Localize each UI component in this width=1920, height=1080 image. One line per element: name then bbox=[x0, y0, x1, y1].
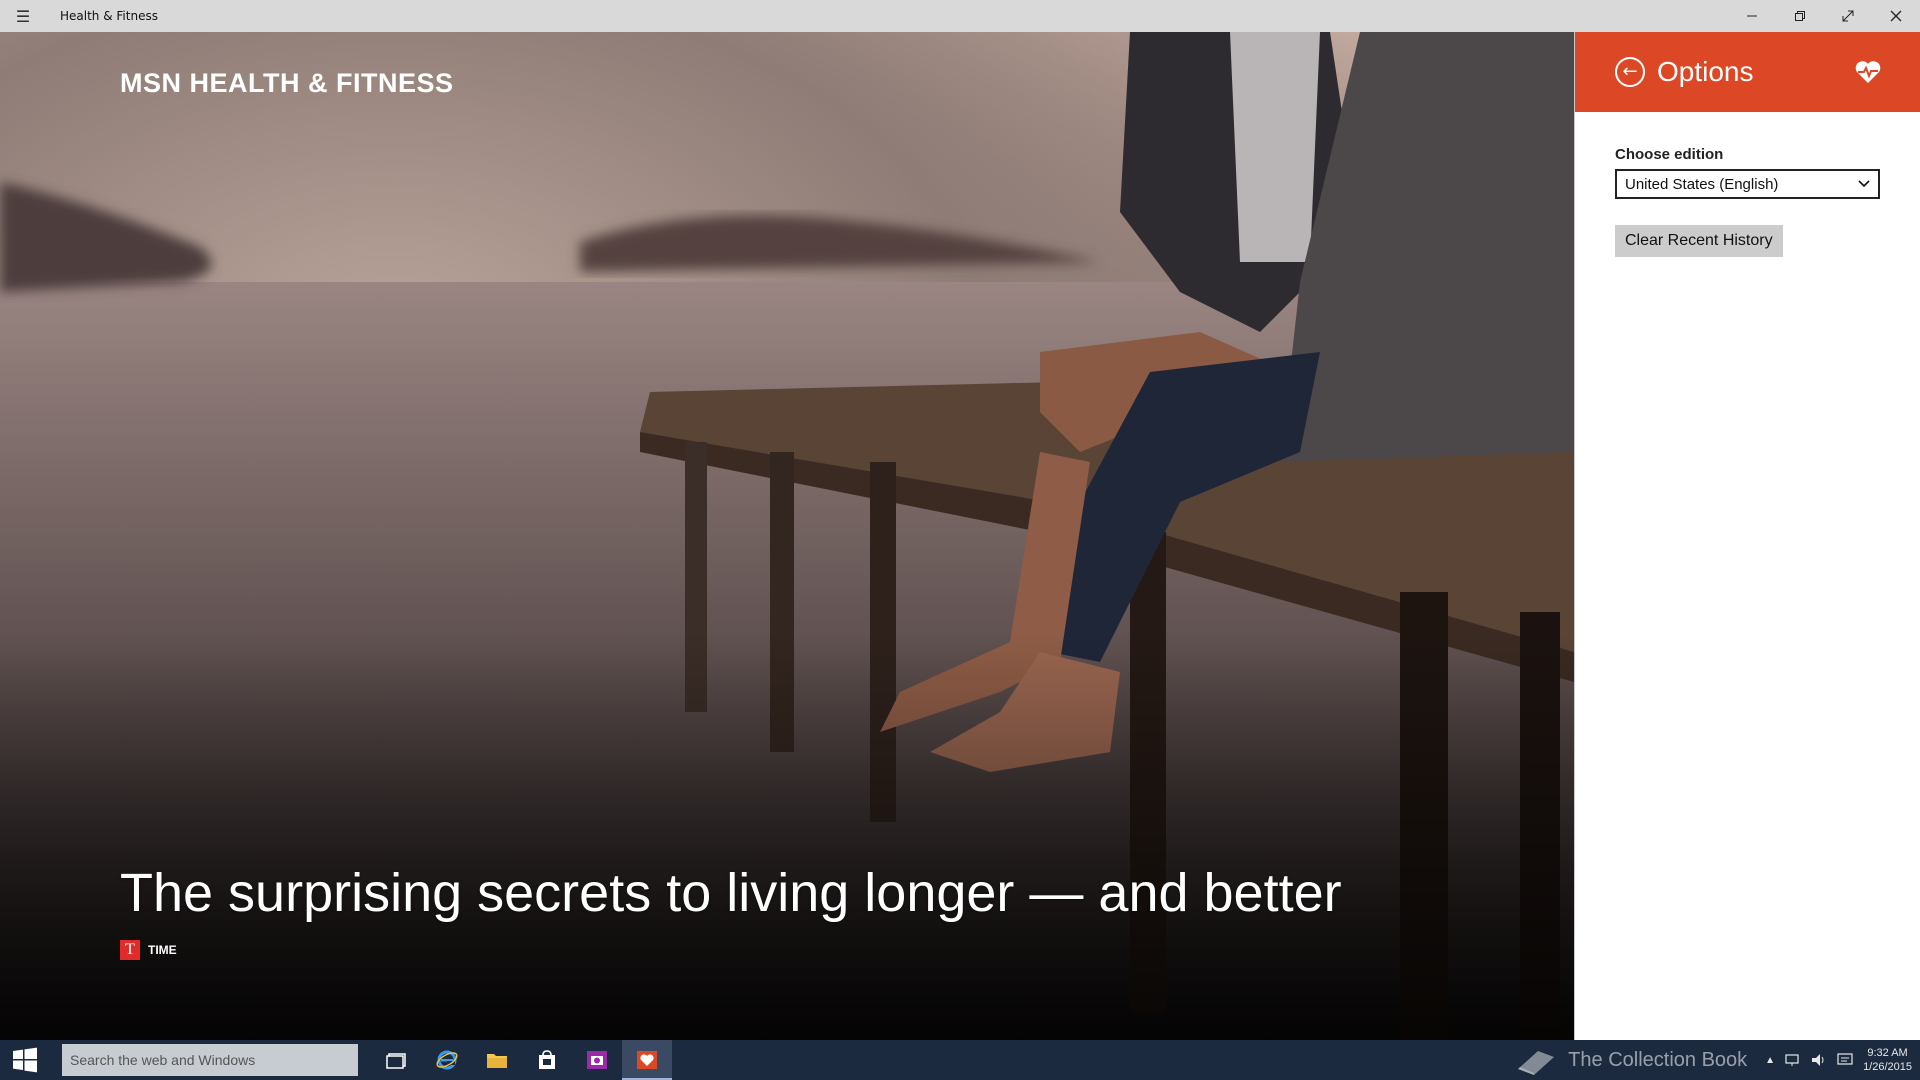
time-logo-icon: T bbox=[120, 940, 140, 960]
network-icon[interactable] bbox=[1785, 1053, 1801, 1067]
volume-icon[interactable] bbox=[1811, 1053, 1827, 1067]
title-bar: ☰ Health & Fitness bbox=[0, 0, 1920, 32]
minimize-button[interactable] bbox=[1728, 0, 1776, 32]
windows-logo-icon bbox=[13, 1047, 37, 1073]
back-arrow-icon: ← bbox=[1622, 61, 1638, 82]
internet-explorer-button[interactable] bbox=[422, 1040, 472, 1080]
edition-select[interactable]: United States (English) bbox=[1615, 169, 1880, 199]
folder-icon bbox=[487, 1054, 507, 1068]
options-panel: ← Options Choose edition United States (… bbox=[1574, 32, 1920, 1040]
clock-date: 1/26/2015 bbox=[1863, 1061, 1912, 1073]
fullscreen-icon bbox=[1842, 10, 1854, 22]
brand-title: MSN HEALTH & FITNESS bbox=[120, 68, 454, 98]
system-tray: The Collection Book ▲ 9:32 AM 1/26/2015 bbox=[1514, 1040, 1912, 1080]
back-button[interactable]: ← bbox=[1615, 57, 1645, 87]
hero-article[interactable]: MSN HEALTH & FITNESS The surprising secr… bbox=[0, 32, 1574, 1040]
window-controls bbox=[1728, 0, 1920, 32]
options-body: Choose edition United States (English) C… bbox=[1575, 112, 1920, 291]
close-icon bbox=[1890, 10, 1902, 22]
file-explorer-button[interactable] bbox=[472, 1040, 522, 1080]
restore-icon bbox=[1795, 11, 1805, 21]
options-header: ← Options bbox=[1575, 32, 1920, 112]
task-view-button[interactable] bbox=[372, 1040, 422, 1080]
start-button[interactable] bbox=[0, 1040, 50, 1080]
health-app-icon bbox=[637, 1051, 657, 1069]
camera-app-button[interactable] bbox=[572, 1040, 622, 1080]
clock[interactable]: 9:32 AM 1/26/2015 bbox=[1863, 1046, 1912, 1074]
taskbar-search-input[interactable]: Search the web and Windows bbox=[62, 1044, 358, 1076]
camera-icon bbox=[587, 1051, 607, 1069]
minimize-icon bbox=[1747, 15, 1757, 17]
clear-recent-history-button[interactable]: Clear Recent History bbox=[1615, 225, 1783, 257]
chevron-up-icon[interactable]: ▲ bbox=[1765, 1055, 1775, 1066]
choose-edition-label: Choose edition bbox=[1615, 146, 1724, 163]
clock-time: 9:32 AM bbox=[1867, 1047, 1908, 1059]
internet-explorer-icon bbox=[436, 1050, 458, 1070]
taskbar: Search the web and Windows The Collectio… bbox=[0, 1040, 1920, 1080]
edition-select-value: United States (English) bbox=[1625, 175, 1779, 193]
restore-button[interactable] bbox=[1776, 0, 1824, 32]
health-fitness-app-button[interactable] bbox=[622, 1040, 672, 1080]
headline-link[interactable]: The surprising secrets to living longer … bbox=[120, 863, 1342, 923]
task-view-icon bbox=[386, 1053, 406, 1069]
source-label: T TIME bbox=[120, 940, 177, 960]
store-button[interactable] bbox=[522, 1040, 572, 1080]
hamburger-icon[interactable]: ☰ bbox=[0, 0, 46, 32]
window-title: Health & Fitness bbox=[60, 9, 158, 23]
taskbar-apps bbox=[372, 1040, 672, 1080]
notifications-icon[interactable] bbox=[1837, 1053, 1853, 1067]
book-icon bbox=[1518, 1051, 1555, 1075]
fullscreen-button[interactable] bbox=[1824, 0, 1872, 32]
watermark-text: The Collection Book bbox=[1568, 1048, 1748, 1071]
store-bag-icon bbox=[539, 1050, 555, 1069]
close-button[interactable] bbox=[1872, 0, 1920, 32]
heart-pulse-icon bbox=[1855, 61, 1881, 83]
options-title: Options bbox=[1657, 56, 1754, 87]
chevron-down-icon bbox=[1858, 177, 1870, 191]
source-name: TIME bbox=[148, 943, 177, 957]
